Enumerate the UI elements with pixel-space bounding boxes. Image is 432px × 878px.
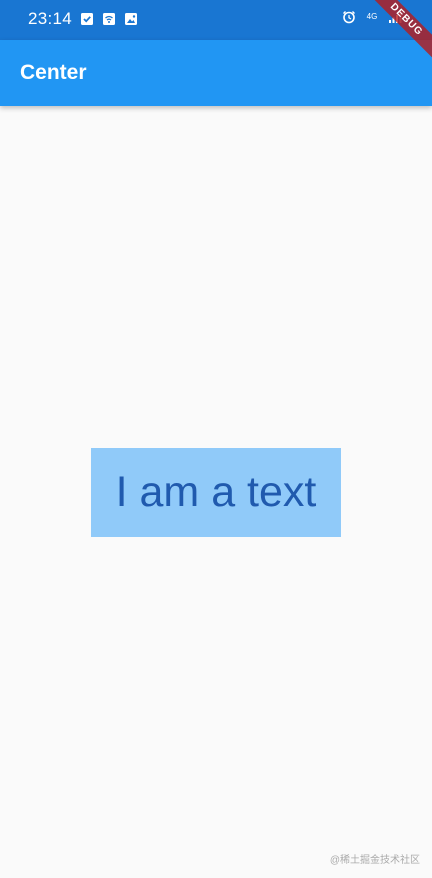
page-title: Center <box>20 61 87 84</box>
text-container: I am a text <box>91 448 341 537</box>
network-label: 4G <box>366 12 378 21</box>
check-icon <box>81 13 93 25</box>
alarm-icon <box>343 11 355 24</box>
wifi-icon <box>103 13 115 25</box>
center-text: I am a text <box>115 468 317 516</box>
center-content: I am a text <box>0 106 432 878</box>
status-bar: 23:14 4G <box>0 0 432 40</box>
app-bar: Center <box>0 40 432 106</box>
image-icon <box>125 13 137 25</box>
watermark: @稀土掘金技术社区 <box>329 855 420 866</box>
status-time: 23:14 <box>28 9 73 28</box>
